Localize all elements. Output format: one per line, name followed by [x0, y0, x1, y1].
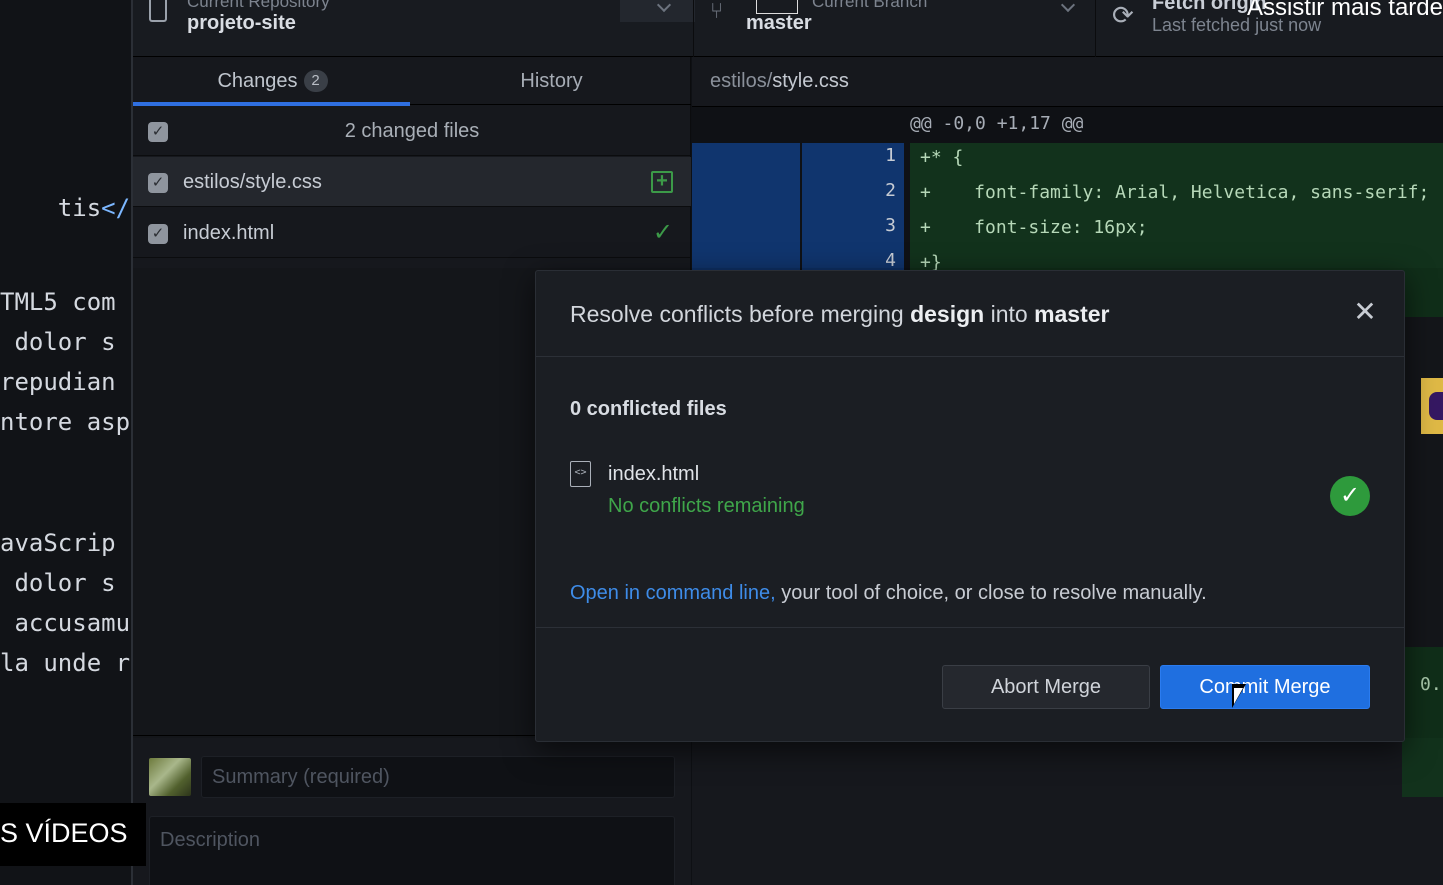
code-line: avaScrip: [0, 529, 116, 557]
branch-name: master: [746, 12, 812, 34]
tab-label: Changes: [217, 70, 298, 92]
watch-later-label[interactable]: Assistir mais tarde: [1247, 0, 1443, 22]
tab-label: History: [520, 70, 583, 92]
changes-count-badge: 2: [303, 70, 328, 92]
tab-bar: Changes 2 History: [133, 57, 691, 106]
tab-history[interactable]: History: [412, 57, 691, 105]
code-editor-background: tis</h1> TML5 com dolor s repudian ntore…: [0, 0, 131, 885]
current-branch-button[interactable]: ⑂ Current Branch master: [693, 0, 1095, 57]
code-line: accusamu: [0, 609, 131, 637]
sync-icon: ⟳: [1112, 0, 1134, 30]
select-all-row: ✓ 2 changed files: [133, 106, 691, 156]
source-branch-name: design: [910, 301, 985, 327]
dialog-header: Resolve conflicts before merging design …: [536, 271, 1404, 357]
line-number: 3: [885, 215, 896, 236]
resolve-hint: Open in command line, your tool of choic…: [570, 582, 1207, 605]
code-line: dolor s: [0, 569, 116, 597]
tab-changes[interactable]: Changes 2: [133, 57, 412, 106]
close-icon[interactable]: ✕: [1352, 298, 1378, 326]
diff-line: +* {: [920, 147, 964, 168]
merge-conflicts-dialog: Resolve conflicts before merging design …: [535, 270, 1405, 742]
file-added-icon: +: [651, 171, 673, 193]
branch-icon: ⑂: [710, 0, 724, 23]
commit-merge-button[interactable]: Commit Merge: [1160, 665, 1370, 709]
title-prefix: Resolve conflicts before merging: [570, 301, 911, 327]
file-list-item[interactable]: ✓ index.html ✓: [133, 208, 691, 258]
conflicted-files-count: 0 conflicted files: [570, 398, 727, 420]
target-branch-name: master: [1034, 301, 1110, 327]
file-name: style.css: [772, 70, 849, 92]
videos-overlay-label[interactable]: S VÍDEOS: [0, 803, 146, 866]
avatar: [149, 758, 191, 796]
repository-name: projeto-site: [187, 12, 296, 34]
code-line: repudian: [0, 368, 116, 396]
line-number: 2: [885, 180, 896, 201]
code-text: tis</h1>: [58, 194, 131, 222]
dialog-footer: Abort Merge Commit Merge: [536, 627, 1404, 741]
file-name: estilos/style.css: [183, 171, 322, 193]
app-toolbar: Current Repository projeto-site ⑂ Curren…: [133, 0, 1443, 57]
changed-files-count: 2 changed files: [344, 120, 480, 142]
code-file-icon: <>: [570, 461, 591, 487]
file-directory: estilos/: [710, 70, 773, 92]
file-list-item[interactable]: ✓ estilos/style.css +: [133, 157, 691, 207]
file-checkbox[interactable]: ✓: [148, 224, 168, 244]
hint-text: your tool of choice, or close to resolve…: [775, 582, 1207, 604]
check-icon: ✓: [652, 219, 673, 246]
conflict-status: No conflicts remaining: [608, 495, 805, 517]
repository-caption: Current Repository: [187, 0, 330, 11]
repository-icon: [149, 0, 167, 22]
code-line: dolor s: [0, 328, 116, 356]
code-line: TML5 com: [0, 288, 116, 316]
code-line: tis</h1>: [0, 166, 131, 250]
code-line: la unde r: [0, 649, 131, 677]
title-middle: into: [984, 301, 1035, 327]
current-repository-button[interactable]: Current Repository projeto-site: [133, 0, 695, 57]
open-command-line-link[interactable]: Open in command line,: [570, 582, 776, 604]
diff-line: + font-size: 16px;: [920, 217, 1148, 238]
commit-form: [133, 735, 691, 885]
conflict-file-name: index.html: [608, 463, 700, 485]
check-circle-icon: ✓: [1330, 476, 1370, 516]
diff-line: + font-family: Arial, Helvetica, sans-se…: [920, 182, 1430, 203]
branch-caption: Current Branch: [812, 0, 928, 11]
file-checkbox[interactable]: ✓: [148, 173, 168, 193]
description-field[interactable]: [149, 816, 675, 885]
line-number: 1: [885, 145, 896, 166]
file-name: index.html: [183, 222, 275, 244]
abort-merge-button[interactable]: Abort Merge: [942, 665, 1150, 709]
diff-file-path: estilos/style.css: [692, 57, 1443, 107]
dialog-title: Resolve conflicts before merging design …: [570, 301, 1110, 328]
chevron-down-icon: [1060, 0, 1076, 13]
code-line: ntore asp: [0, 408, 131, 436]
fetch-origin-button[interactable]: ⟳ Fetch origin Last fetched just now Ass…: [1095, 0, 1443, 57]
summary-input[interactable]: [201, 756, 675, 798]
hunk-header: @@ -0,0 +1,17 @@: [910, 113, 1084, 134]
html-tag: </h1>: [101, 194, 131, 222]
